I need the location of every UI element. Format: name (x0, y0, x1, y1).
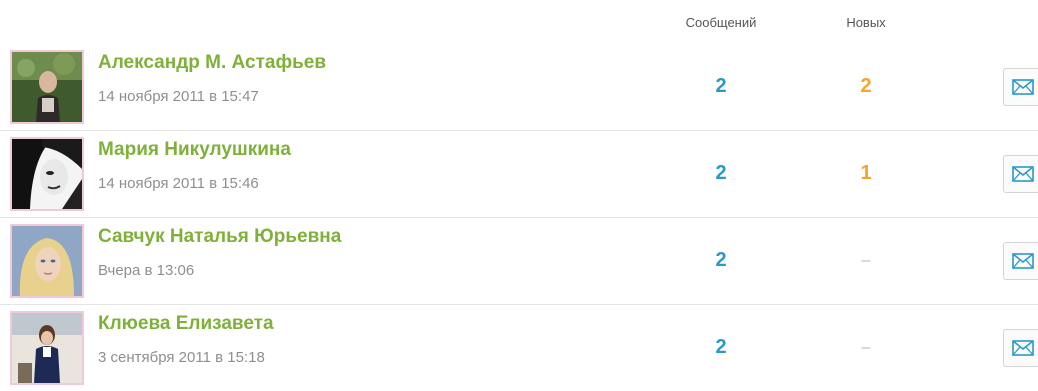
avatar[interactable] (10, 311, 84, 385)
conversation-row[interactable]: Савчук Наталья Юрьевна Вчера в 13:06 2 – (0, 217, 1038, 304)
conversation-list: Александр М. Астафьев 14 ноября 2011 в 1… (0, 44, 1038, 391)
new-messages-count: 1 (860, 162, 872, 184)
contact-name-link[interactable]: Клюева Елизавета (98, 313, 274, 335)
avatar[interactable] (10, 50, 84, 124)
envelope-icon (1012, 79, 1034, 95)
avatar[interactable] (10, 137, 84, 211)
contact-name-link[interactable]: Александр М. Астафьев (98, 52, 326, 74)
last-message-date: Вчера в 13:06 (98, 262, 195, 279)
avatar-photo (12, 226, 82, 296)
messages-column-header: Сообщений (685, 15, 757, 30)
conversation-row[interactable]: Мария Никулушкина 14 ноября 2011 в 15:46… (0, 130, 1038, 217)
avatar[interactable] (10, 224, 84, 298)
write-message-button[interactable] (1003, 242, 1038, 280)
messages-count: 2 (715, 75, 727, 97)
table-header: Сообщений Новых (0, 0, 1038, 44)
write-message-button[interactable] (1003, 155, 1038, 193)
write-message-button[interactable] (1003, 68, 1038, 106)
conversation-row[interactable]: Клюева Елизавета 3 сентября 2011 в 15:18… (0, 304, 1038, 391)
last-message-date: 14 ноября 2011 в 15:47 (98, 88, 259, 105)
envelope-icon (1012, 253, 1034, 269)
new-messages-count: 2 (860, 75, 872, 97)
envelope-icon (1012, 340, 1034, 356)
messages-count: 2 (715, 249, 727, 271)
messages-count: 2 (715, 162, 727, 184)
last-message-date: 3 сентября 2011 в 15:18 (98, 349, 265, 366)
conversation-row[interactable]: Александр М. Астафьев 14 ноября 2011 в 1… (0, 44, 1038, 130)
new-messages-count: – (861, 339, 871, 356)
messages-count: 2 (715, 336, 727, 358)
last-message-date: 14 ноября 2011 в 15:46 (98, 175, 259, 192)
avatar-photo (12, 139, 82, 209)
write-message-button[interactable] (1003, 329, 1038, 367)
contact-name-link[interactable]: Мария Никулушкина (98, 139, 291, 161)
avatar-photo (12, 313, 82, 383)
new-column-header: Новых (846, 15, 886, 30)
contact-name-link[interactable]: Савчук Наталья Юрьевна (98, 226, 341, 248)
new-messages-count: – (861, 252, 871, 269)
avatar-photo (12, 52, 82, 122)
envelope-icon (1012, 166, 1034, 182)
